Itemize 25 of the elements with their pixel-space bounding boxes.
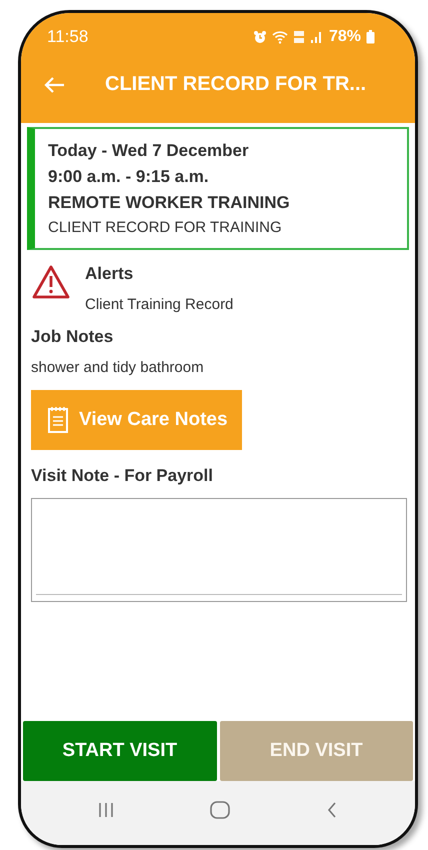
visit-note-field[interactable] <box>31 498 407 602</box>
alert-text: Client Training Record <box>85 296 234 313</box>
appointment-detail: 9:00 a.m. - 9:15 a.m. <box>48 166 210 188</box>
visit-note-label: Visit Note - For Payroll <box>31 466 214 486</box>
appointment-detail: REMOTE WORKER TRAINING <box>48 192 291 214</box>
warning-icon <box>31 264 71 300</box>
view-care-notes-button[interactable]: View Care Notes <box>31 390 242 450</box>
job-notes-heading: Job Notes <box>30 327 114 347</box>
alarm-icon <box>252 30 267 44</box>
status-time: 11:58 <box>47 27 88 47</box>
back-icon[interactable] <box>326 801 338 819</box>
start-visit-button[interactable]: START VISIT <box>23 721 216 781</box>
notepad-icon <box>47 406 69 434</box>
signal-icon <box>310 30 324 44</box>
back-arrow-icon[interactable] <box>43 76 65 94</box>
battery-percent: 78% <box>328 28 361 46</box>
job-notes-text: shower and tidy bathroom <box>30 359 205 376</box>
appointment-detail: Today - Wed 7 December <box>48 140 250 162</box>
app-bar-title: CLIENT RECORD FOR TR... <box>105 73 366 96</box>
wifi-icon <box>272 30 288 44</box>
alerts-heading: Alerts <box>85 264 134 284</box>
home-icon[interactable] <box>208 800 231 820</box>
client-name: CLIENT RECORD FOR TRAINING <box>48 218 283 238</box>
battery-icon <box>366 30 375 44</box>
recent-apps-icon[interactable] <box>98 801 114 819</box>
